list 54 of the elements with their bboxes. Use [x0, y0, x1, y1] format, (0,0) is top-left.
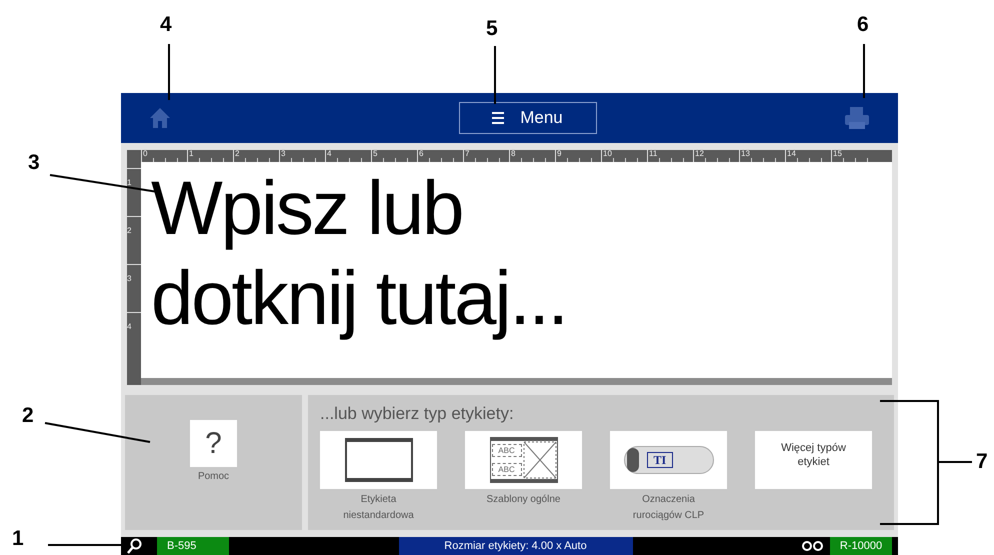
ruler-number: 7: [464, 150, 470, 158]
ruler-number: 9: [556, 150, 562, 158]
ruler-number: 11: [648, 150, 658, 158]
blank-label-icon: [344, 438, 412, 482]
callout-number: 5: [486, 18, 498, 39]
placeholder-text: dotknij tutaj...: [151, 255, 567, 343]
ruler-number: 2: [234, 150, 240, 158]
label-type-tile[interactable]: TI: [610, 430, 727, 488]
callout-number: 3: [28, 152, 40, 173]
leader-line: [494, 46, 496, 104]
more-label-types-button[interactable]: Więcej typów etykiet: [755, 430, 872, 488]
label-type-caption: Szablony ogólne: [486, 492, 562, 506]
ruler-number: 4: [127, 323, 132, 331]
search-icon[interactable]: [127, 538, 143, 554]
label-type-tile[interactable]: ABC ABC: [465, 430, 582, 488]
ruler-number: 3: [280, 150, 286, 158]
label-type-tile[interactable]: [320, 430, 437, 488]
ribbon-icon: [802, 540, 824, 552]
ruler-number: 4: [326, 150, 332, 158]
ruler-number: 3: [127, 275, 132, 283]
label-size[interactable]: Rozmiar etykiety: 4.00 x Auto: [398, 537, 632, 555]
menu-button[interactable]: Menu: [458, 102, 596, 134]
label-type-heading: ...lub wybierz typ etykiety:: [320, 403, 515, 425]
ruler-number: 12: [694, 150, 704, 158]
callout-number: 2: [22, 405, 34, 426]
ruler-number: 2: [127, 227, 132, 235]
help-label: Pomoc: [198, 470, 230, 484]
text-entry-area[interactable]: Wpisz lub dotknij tutaj...: [141, 162, 892, 378]
leader-line: [168, 44, 170, 100]
ribbon-model[interactable]: R-10000: [830, 537, 892, 555]
ruler-number: 13: [740, 150, 750, 158]
ruler-number: 1: [188, 150, 194, 158]
ruler-number: 10: [602, 150, 612, 158]
callout-number: 4: [160, 14, 172, 35]
pipe-marker-drawing: TI: [624, 446, 714, 474]
callout-number: 7: [976, 451, 988, 472]
ruler-number: 5: [372, 150, 378, 158]
printer-model[interactable]: B-595: [157, 537, 229, 555]
printer-icon[interactable]: [844, 106, 870, 130]
leader-line: [863, 44, 865, 98]
template-drawing: ABC ABC: [490, 436, 558, 482]
ruler-number: 15: [832, 150, 842, 158]
ruler-number: 6: [418, 150, 424, 158]
ruler-number: 0: [142, 150, 148, 158]
callout-number: 6: [857, 14, 869, 35]
menu-icon: [492, 112, 504, 124]
label-type-caption: Etykieta niestandardowa: [342, 492, 415, 522]
ruler-number: 1: [127, 179, 132, 187]
help-button[interactable]: ?: [190, 420, 237, 467]
label-type-caption: Oznaczenia rurociągów CLP: [632, 492, 706, 522]
ruler-number: 8: [510, 150, 516, 158]
callout-number: 1: [12, 528, 24, 549]
placeholder-text: Wpisz lub: [151, 165, 462, 253]
ruler-number: 14: [786, 150, 796, 158]
